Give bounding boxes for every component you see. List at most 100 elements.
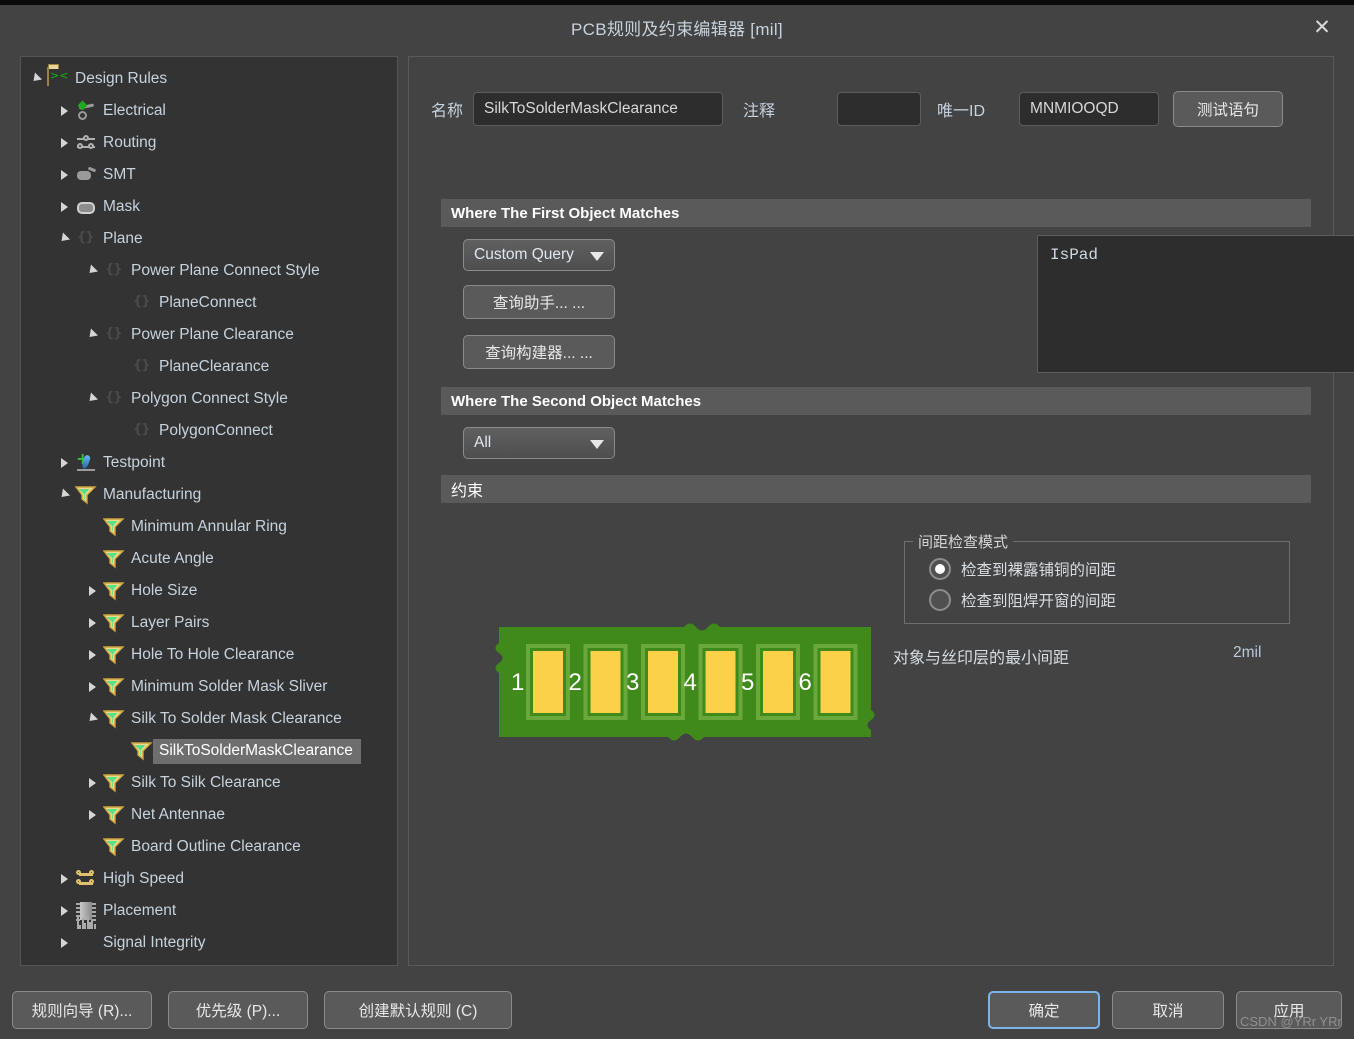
pcb-pad-label: 5 [741,669,755,696]
unique-id-label: 唯一ID [937,103,986,120]
tree-item-high-speed[interactable]: High Speed [21,863,397,895]
second-object-scope-select[interactable]: All [463,427,615,459]
first-object-scope-value: Custom Query [474,246,574,263]
tree-item-label: Silk To Solder Mask Clearance [131,710,342,727]
apply-button[interactable]: 应用 [1236,991,1342,1029]
pcb-pad [533,651,563,713]
manufacturing-icon [103,580,125,602]
tree-item-design-rules[interactable]: >< Design Rules [21,63,397,95]
expand-arrow-icon[interactable] [57,935,73,951]
mask-icon [75,196,97,218]
manufacturing-icon [103,548,125,570]
rule-name-input[interactable]: SilkToSolderMaskClearance [473,92,724,126]
tree-item-board-outline-clearance[interactable]: Board Outline Clearance [21,831,397,863]
collapse-arrow-icon[interactable] [29,71,45,87]
radio-check-solder-mask-opening[interactable]: 检查到阻焊开窗的间距 [929,589,1116,611]
tree-item-minimum-solder-mask-sliver[interactable]: Minimum Solder Mask Sliver [21,671,397,703]
custom-query-textarea[interactable]: IsPad [1037,235,1354,373]
pcb-pad-label: 1 [511,669,525,696]
tree-item-testpoint[interactable]: + Testpoint [21,447,397,479]
expand-arrow-icon[interactable] [57,103,73,119]
collapse-arrow-icon[interactable] [85,327,101,343]
tree-item-label: Testpoint [103,454,166,471]
tree-item-label: SMT [103,166,136,183]
comment-input[interactable] [837,92,922,126]
expand-arrow-icon[interactable] [57,455,73,471]
expand-arrow-icon[interactable] [85,583,101,599]
cancel-button[interactable]: 取消 [1112,991,1224,1029]
collapse-arrow-icon[interactable] [85,263,101,279]
pcb-rules-editor-dialog: PCB规则及约束编辑器 [mil] ✕ >< Design Rules Electr… [0,0,1354,1039]
manufacturing-icon [103,676,125,698]
tree-item-silktosoldermaskclearance[interactable]: SilkToSolderMaskClearance [21,735,397,767]
plane-icon: {} [105,390,122,405]
collapse-arrow-icon[interactable] [57,231,73,247]
tree-item-label: Signal Integrity [103,934,206,951]
pcb-pad-label: 2 [568,669,582,696]
tree-item-electrical[interactable]: Electrical [21,95,397,127]
tree-item-label: Minimum Annular Ring [131,518,287,535]
query-builder-button[interactable]: 查询构建器... ... [463,335,615,369]
plane-icon: {} [133,294,150,309]
rules-wizard-button[interactable]: 规则向导 (R)... [12,991,152,1029]
collapse-arrow-icon[interactable] [57,487,73,503]
tree-item-routing[interactable]: Routing [21,127,397,159]
unique-id-input[interactable]: MNMIOOQD [1019,92,1160,126]
first-object-scope-select[interactable]: Custom Query [463,239,615,271]
tree-item-planeclearance[interactable]: {} PlaneClearance [21,351,397,383]
expand-arrow-icon[interactable] [57,199,73,215]
tree-item-manufacturing[interactable]: Manufacturing [21,479,397,511]
min-clearance-value[interactable]: 2mil [1233,644,1261,662]
tree-item-layer-pairs[interactable]: Layer Pairs [21,607,397,639]
chevron-down-icon [590,440,604,449]
tree-item-silk-to-silk-clearance[interactable]: Silk To Silk Clearance [21,767,397,799]
tree-item-polygonconnect[interactable]: {} PolygonConnect [21,415,397,447]
expand-arrow-icon[interactable] [85,807,101,823]
expand-arrow-icon[interactable] [57,135,73,151]
collapse-arrow-icon[interactable] [85,391,101,407]
tree-list: >< Design Rules Electrical Routing SMT Mask {}… [21,57,397,959]
tree-item-minimum-annular-ring[interactable]: Minimum Annular Ring [21,511,397,543]
ok-button[interactable]: 确定 [988,991,1100,1029]
design-rules-tree-panel[interactable]: >< Design Rules Electrical Routing SMT Mask {}… [20,56,398,966]
tree-item-label: Layer Pairs [131,614,210,631]
tree-item-polygon-connect-style[interactable]: {} Polygon Connect Style [21,383,397,415]
tree-item-acute-angle[interactable]: Acute Angle [21,543,397,575]
expand-arrow-icon[interactable] [85,679,101,695]
expand-arrow-icon[interactable] [57,903,73,919]
tree-item-smt[interactable]: SMT [21,159,397,191]
tree-item-power-plane-connect-style[interactable]: {} Power Plane Connect Style [21,255,397,287]
clearance-check-mode-group: 间距检查模式 检查到裸露铺铜的间距 检查到阻焊开窗的间距 [904,531,1290,624]
expand-arrow-icon[interactable] [85,775,101,791]
tree-item-signal-integrity[interactable]: Signal Integrity [21,915,397,959]
tree-item-silk-to-solder-mask-clearance[interactable]: Silk To Solder Mask Clearance [21,703,397,735]
expand-arrow-icon[interactable] [85,615,101,631]
tree-item-label: Design Rules [75,70,168,87]
tree-item-label: PolygonConnect [159,422,273,439]
close-icon[interactable]: ✕ [1304,11,1340,43]
test-query-button[interactable]: 测试语句 [1173,91,1284,127]
radio-label: 检查到阻焊开窗的间距 [961,593,1117,610]
expand-arrow-icon[interactable] [57,167,73,183]
collapse-arrow-icon[interactable] [85,711,101,727]
expand-arrow-icon[interactable] [85,647,101,663]
query-helper-button[interactable]: 查询助手... ... [463,285,615,319]
create-default-rules-button[interactable]: 创建默认规则 (C) [324,991,512,1029]
tree-item-power-plane-clearance[interactable]: {} Power Plane Clearance [21,319,397,351]
tree-item-hole-size[interactable]: Hole Size [21,575,397,607]
second-object-header: Where The Second Object Matches [441,387,1311,415]
tree-item-mask[interactable]: Mask [21,191,397,223]
tree-item-net-antennae[interactable]: Net Antennae [21,799,397,831]
tree-item-hole-to-hole-clearance[interactable]: Hole To Hole Clearance [21,639,397,671]
tree-item-label: Polygon Connect Style [131,390,288,407]
manufacturing-icon [103,836,125,858]
expand-arrow-icon[interactable] [57,871,73,887]
tree-item-plane[interactable]: {} Plane [21,223,397,255]
priorities-button[interactable]: 优先级 (P)... [168,991,308,1029]
radio-check-exposed-copper[interactable]: 检查到裸露铺铜的间距 [929,558,1116,580]
tree-item-label: Power Plane Connect Style [131,262,320,279]
tree-item-planeconnect[interactable]: {} PlaneConnect [21,287,397,319]
